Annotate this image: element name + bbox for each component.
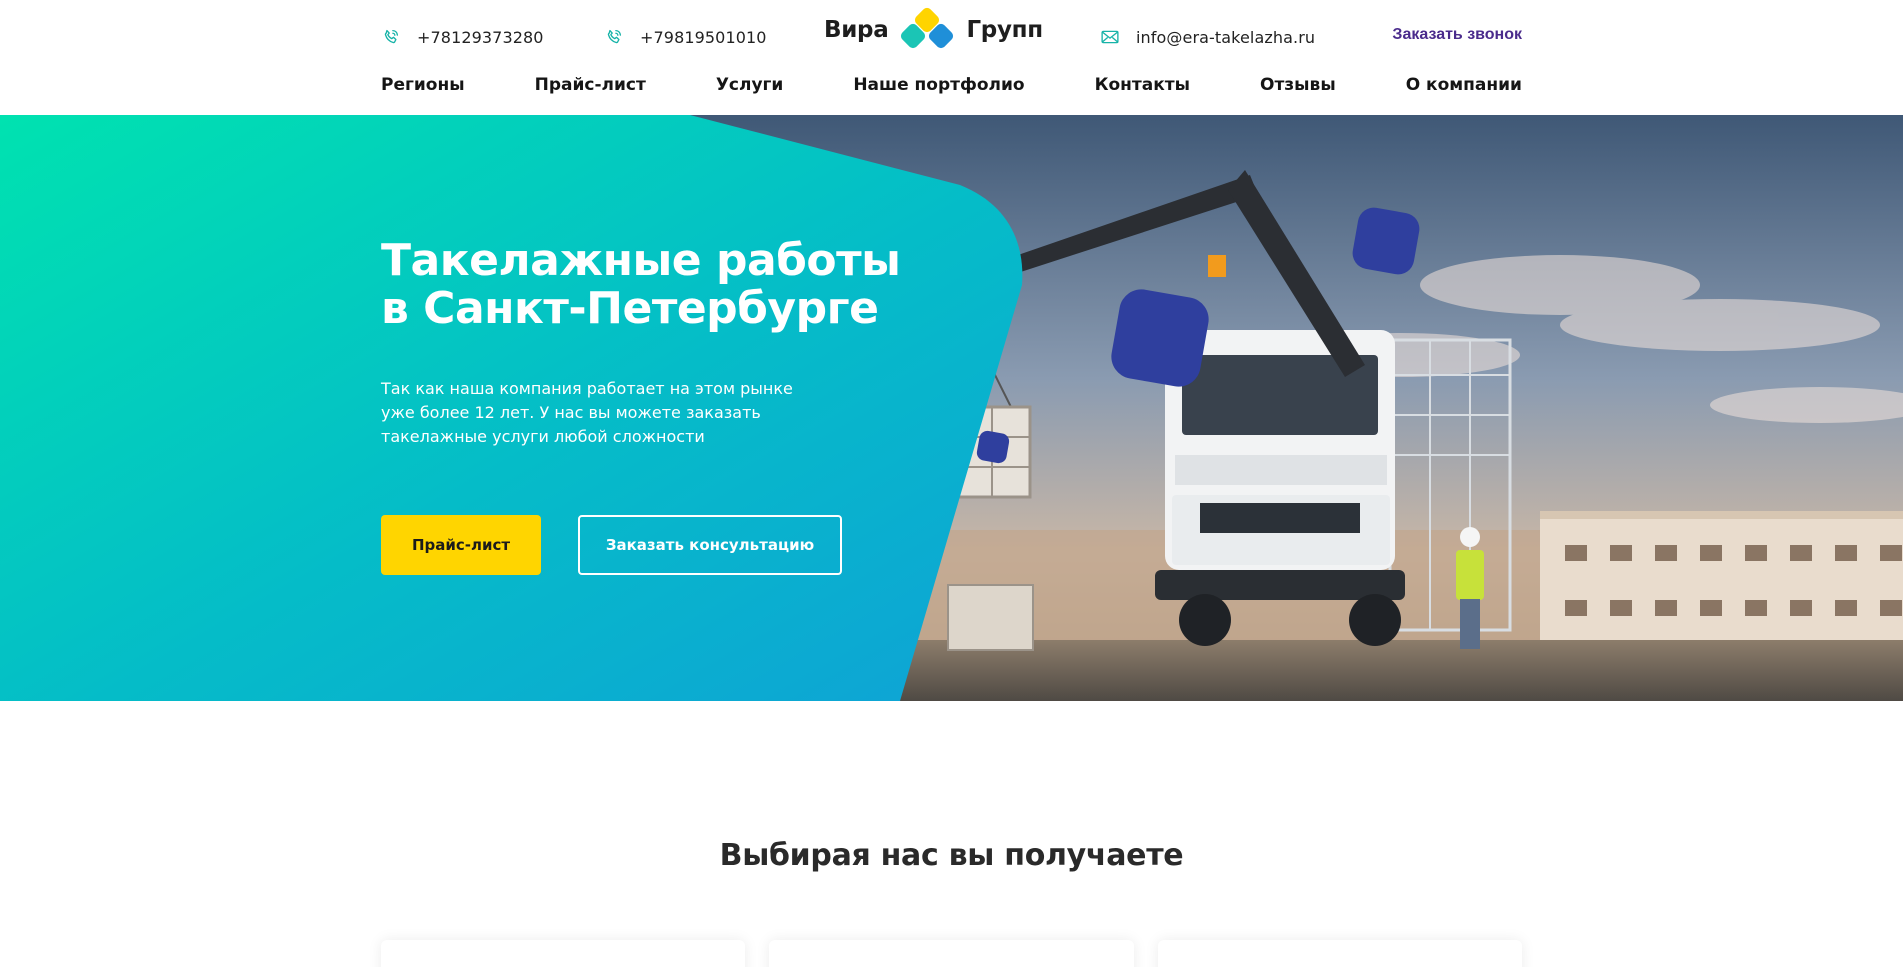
benefit-card: [381, 940, 746, 967]
logo-word-right: Групп: [966, 17, 1043, 43]
nav-item-services[interactable]: Услуги: [716, 75, 784, 95]
nav-item-regions[interactable]: Регионы: [381, 75, 465, 95]
main-nav: Регионы Прайс-лист Услуги Наше портфолио…: [381, 75, 1522, 95]
hero-title-line-2: в Санкт-Петербурге: [381, 283, 879, 334]
hero-banner: Такелажные работы в Санкт-Петербурге Так…: [0, 115, 1903, 701]
benefit-card: [1157, 940, 1522, 967]
logo[interactable]: Вира Групп: [824, 5, 1043, 52]
phone-contact-2[interactable]: +79819501010: [604, 26, 767, 48]
phone-number-2[interactable]: +79819501010: [640, 28, 767, 47]
hero-description-line-1: Так как наша компания работает на этом р…: [381, 379, 793, 398]
site-header: +78129373280 +79819501010 Вира Групп inf…: [0, 0, 1903, 115]
hero-description: Так как наша компания работает на этом р…: [381, 377, 801, 449]
building-shape: [1540, 511, 1903, 655]
callback-link[interactable]: Заказать звонок: [1382, 26, 1522, 44]
order-consultation-button[interactable]: Заказать консультацию: [578, 515, 842, 575]
phone-contact-1[interactable]: +78129373280: [381, 26, 544, 48]
envelope-icon: [1100, 27, 1120, 47]
hero-title-line-1: Такелажные работы: [381, 235, 901, 286]
phone-icon: [604, 27, 624, 47]
price-list-button[interactable]: Прайс-лист: [381, 515, 541, 575]
hero-title: Такелажные работы в Санкт-Петербурге: [381, 237, 941, 333]
benefit-card: [769, 940, 1134, 967]
phone-icon: [381, 27, 401, 47]
hero-description-line-3: такелажные услуги любой сложности: [381, 427, 705, 446]
benefits-cards: [381, 940, 1522, 967]
nav-item-contacts[interactable]: Контакты: [1095, 75, 1190, 95]
nav-item-price-list[interactable]: Прайс-лист: [535, 75, 646, 95]
benefits-section-title: Выбирая нас вы получаете: [719, 838, 1184, 873]
phone-number-1[interactable]: +78129373280: [417, 28, 544, 47]
nav-item-reviews[interactable]: Отзывы: [1260, 75, 1336, 95]
hero-background: [0, 115, 1903, 701]
email-contact[interactable]: info@era-takelazha.ru: [1100, 26, 1315, 48]
logo-mark-icon: [894, 5, 960, 52]
email-address[interactable]: info@era-takelazha.ru: [1136, 28, 1315, 47]
nav-item-portfolio[interactable]: Наше портфолио: [853, 75, 1024, 95]
nav-item-about[interactable]: О компании: [1406, 75, 1522, 95]
hero-description-line-2: уже более 12 лет. У нас вы можете заказа…: [381, 403, 761, 422]
logo-word-left: Вира: [824, 17, 889, 43]
